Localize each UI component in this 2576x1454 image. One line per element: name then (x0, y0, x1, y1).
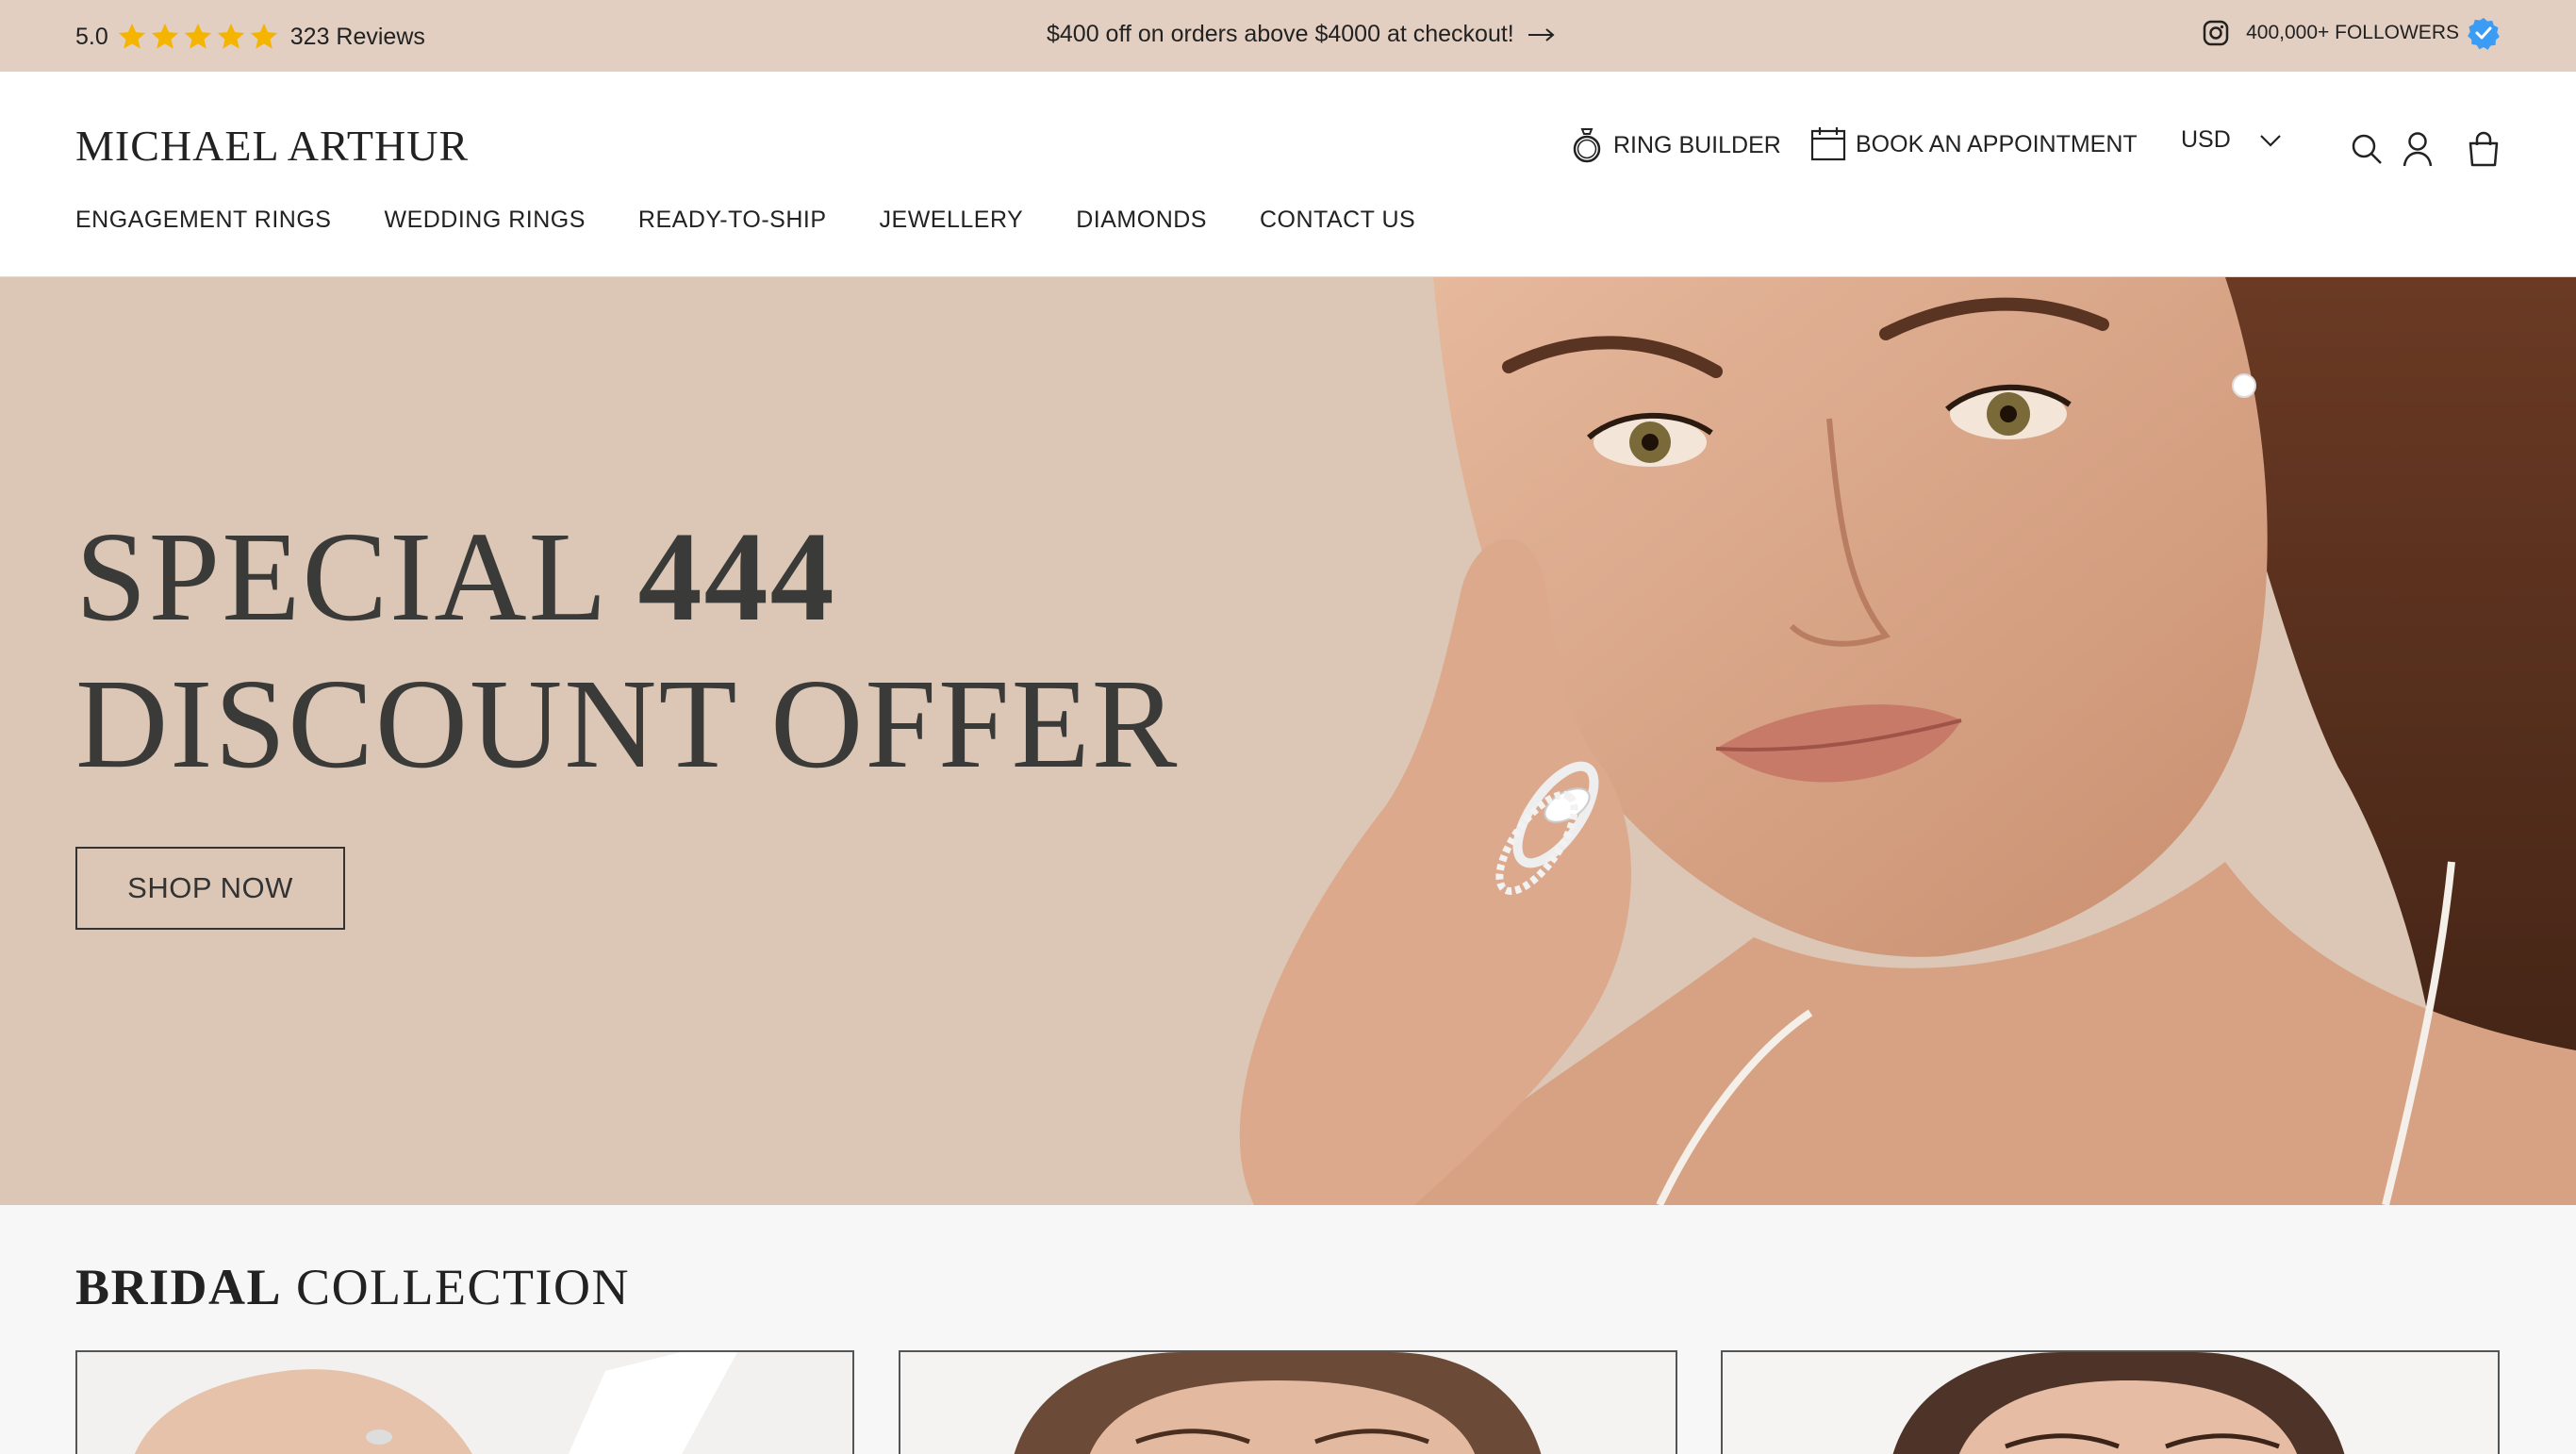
site-header: MICHAEL ARTHUR RING BUILDER BOOK AN APPO… (0, 72, 2576, 277)
search-button[interactable] (2348, 130, 2386, 168)
main-navigation: ENGAGEMENT RINGS WEDDING RINGS READY-TO-… (75, 207, 1468, 234)
hero-headline: SPECIAL 444 DISCOUNT OFFER (75, 504, 1179, 798)
collection-card-image (77, 1352, 852, 1454)
book-appointment-label: BOOK AN APPOINTMENT (1856, 130, 2138, 157)
hero-headline-line1: SPECIAL 444 (75, 504, 1179, 651)
bridal-title-light: COLLECTION (282, 1259, 630, 1315)
arrow-right-icon (1527, 27, 1555, 41)
account-icon (2403, 132, 2433, 167)
hero-headline-special: SPECIAL (75, 506, 638, 648)
ring-builder-link[interactable]: RING BUILDER (1570, 126, 1781, 164)
promo-text: $400 off on orders above $4000 at checko… (1047, 21, 1514, 47)
calendar-icon (1810, 127, 1846, 161)
site-logo[interactable]: MICHAEL ARTHUR (75, 121, 469, 171)
bridal-title-bold: BRIDAL (75, 1259, 283, 1315)
nav-ready-to-ship[interactable]: READY-TO-SHIP (638, 207, 827, 234)
bag-icon (2469, 131, 2499, 167)
hero-model-photo (1239, 277, 2576, 1205)
instagram-followers[interactable]: 400,000+ FOLLOWERS (2203, 16, 2501, 50)
currency-selector[interactable]: USD (2181, 126, 2282, 154)
star-icon (250, 23, 277, 49)
shop-now-button[interactable]: SHOP NOW (75, 847, 345, 930)
star-icon (151, 23, 178, 49)
collection-card-image (900, 1352, 1676, 1454)
hero-headline-line2: DISCOUNT OFFER (75, 653, 1180, 795)
rating-stars (116, 21, 281, 53)
collection-card[interactable] (1721, 1350, 2500, 1454)
star-icon (118, 23, 145, 49)
nav-wedding-rings[interactable]: WEDDING RINGS (384, 207, 585, 234)
reviews-rating[interactable]: 5.0 323 Reviews (75, 21, 425, 53)
rating-score: 5.0 (75, 23, 108, 50)
search-icon (2352, 134, 2382, 164)
hero-headline-number: 444 (637, 506, 836, 648)
bridal-collection-title: BRIDAL COLLECTION (75, 1258, 630, 1316)
cart-button[interactable] (2465, 130, 2502, 168)
collection-card-image (1723, 1352, 2498, 1454)
book-appointment-link[interactable]: BOOK AN APPOINTMENT (1810, 126, 2138, 162)
collection-card[interactable] (899, 1350, 1677, 1454)
hero-banner: SPECIAL 444 DISCOUNT OFFER SHOP NOW (0, 277, 2576, 1205)
collection-card[interactable] (75, 1350, 854, 1454)
reviews-count: 323 Reviews (289, 23, 425, 50)
verified-badge-icon (2468, 18, 2500, 50)
nav-diamonds[interactable]: DIAMONDS (1076, 207, 1207, 234)
nav-contact-us[interactable]: CONTACT US (1260, 207, 1415, 234)
ring-builder-label: RING BUILDER (1613, 131, 1781, 158)
star-icon (217, 23, 244, 49)
star-icon (184, 23, 211, 49)
nav-engagement-rings[interactable]: ENGAGEMENT RINGS (75, 207, 331, 234)
currency-value: USD (2181, 126, 2231, 153)
instagram-icon (2203, 20, 2229, 46)
announcement-bar: 5.0 323 Reviews $400 off on orders above… (0, 0, 2576, 72)
promo-message[interactable]: $400 off on orders above $4000 at checko… (1047, 21, 1556, 48)
chevron-down-icon (2260, 134, 2281, 147)
account-button[interactable] (2399, 130, 2436, 168)
ring-icon (1573, 128, 1601, 163)
followers-count: 400,000+ FOLLOWERS (2246, 22, 2459, 43)
nav-jewellery[interactable]: JEWELLERY (880, 207, 1024, 234)
